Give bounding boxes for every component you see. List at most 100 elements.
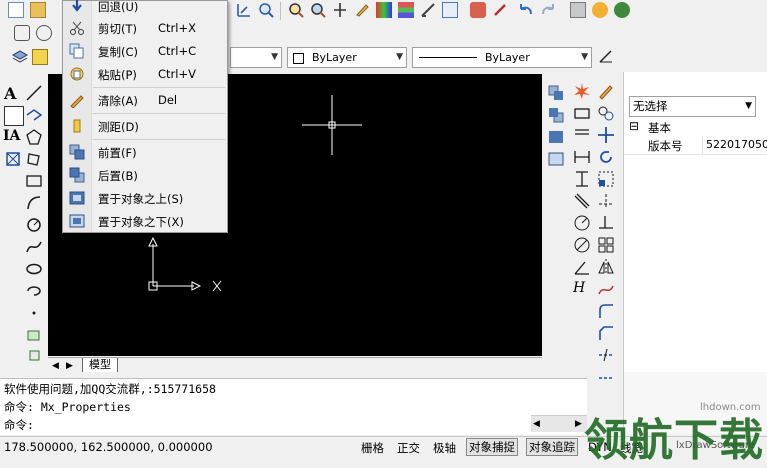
cloud-icon[interactable] [36, 25, 52, 41]
zoom-realtime-icon[interactable] [236, 2, 252, 18]
redo-icon[interactable] [540, 2, 556, 18]
copy-side-icon[interactable] [597, 104, 615, 122]
property-divider [702, 136, 703, 154]
dim-aligned-icon[interactable] [573, 192, 591, 210]
menu-item-below-object[interactable]: 置于对象之下(X) [63, 210, 227, 232]
pencil-icon[interactable] [354, 2, 370, 18]
lineweight-pencil-icon[interactable] [598, 48, 614, 64]
table-tool-icon[interactable] [4, 106, 24, 126]
make-block-tool-icon[interactable] [25, 348, 43, 366]
extend-icon[interactable] [597, 214, 615, 232]
lineweight-combo[interactable]: ▼ [230, 47, 282, 68]
open-file-icon[interactable] [30, 2, 46, 18]
below-side-icon[interactable] [547, 150, 565, 168]
palette-icon[interactable] [398, 2, 414, 18]
menu-item-copy[interactable]: 复制(C) Ctrl+C [63, 40, 227, 62]
tab-model[interactable]: 模型 [82, 358, 118, 372]
zoom-window-icon[interactable] [258, 2, 274, 18]
zoom-in-icon[interactable] [288, 2, 304, 18]
move-icon[interactable] [597, 126, 615, 144]
zoom-out-icon[interactable] [310, 2, 326, 18]
toggle-polar[interactable]: 极轴 [433, 440, 456, 456]
toggle-ortho[interactable]: 正交 [397, 440, 420, 456]
ellipse-arc-tool-icon[interactable] [25, 282, 43, 300]
rotate-icon[interactable] [597, 148, 615, 166]
lengthen-icon[interactable] [597, 346, 615, 364]
properties-icon[interactable] [470, 2, 486, 18]
brush-icon[interactable] [420, 2, 436, 18]
point-tool-icon[interactable] [25, 304, 43, 322]
dim-radius-icon[interactable] [573, 214, 591, 232]
rectangle-tool-icon[interactable] [25, 172, 43, 190]
menu-item-above-object[interactable]: 置于对象之上(S) [63, 187, 227, 209]
join-icon[interactable] [597, 368, 615, 386]
mtext-tool-icon[interactable]: IA [3, 128, 21, 146]
trim-icon[interactable] [597, 192, 615, 210]
front-side-icon[interactable] [547, 84, 565, 102]
help-globe-icon[interactable] [592, 2, 608, 18]
erase-side-icon[interactable] [597, 82, 615, 100]
about-icon[interactable] [614, 2, 630, 18]
dim-diameter-icon[interactable] [573, 236, 591, 254]
menu-item-cut[interactable]: 剪切(T) Ctrl+X [63, 17, 227, 39]
layer-state-icon[interactable] [32, 49, 48, 65]
scale-icon[interactable] [597, 170, 615, 188]
explode-icon[interactable] [573, 82, 591, 100]
region-tool-icon[interactable] [25, 150, 43, 168]
arc-tool-icon[interactable] [25, 194, 43, 212]
polyline-tool-icon[interactable] [25, 106, 43, 124]
toggle-osnap[interactable]: 对象捕捉 [466, 438, 518, 456]
toggle-otrack[interactable]: 对象追踪 [526, 438, 578, 456]
tab-nav-next-icon[interactable]: ▶ [66, 360, 73, 371]
scroll-right-icon[interactable]: ▶ [575, 418, 582, 429]
print-icon[interactable] [570, 2, 586, 18]
export-icon[interactable] [442, 2, 458, 18]
color-combo[interactable]: ByLayer ▼ [287, 47, 407, 68]
fillet-icon[interactable] [597, 302, 615, 320]
collapse-icon[interactable]: ⊟ [629, 119, 639, 133]
dim-linear-icon[interactable] [573, 148, 591, 166]
draw-toolbar: A IA [0, 76, 46, 366]
offset-icon[interactable] [573, 126, 591, 144]
match-properties-icon[interactable] [492, 2, 508, 18]
above-side-icon[interactable] [547, 128, 565, 146]
spline-tool-icon[interactable] [25, 238, 43, 256]
tab-nav-prev-icon[interactable]: ◀ [52, 360, 59, 371]
mirror-icon[interactable] [597, 258, 615, 276]
back-side-icon[interactable] [547, 106, 565, 124]
scroll-left-icon[interactable]: ◀ [533, 418, 540, 429]
dim-angular-icon[interactable] [573, 258, 591, 276]
menu-item-paste[interactable]: 粘贴(P) Ctrl+V [63, 63, 227, 85]
layer-color-icon[interactable] [376, 2, 392, 18]
hatch-tool-icon[interactable] [4, 150, 22, 168]
polygon-tool-icon[interactable] [25, 128, 43, 146]
array-icon[interactable] [597, 236, 615, 254]
command-input[interactable] [40, 415, 530, 431]
property-category-basic[interactable]: ⊟ 基本 [624, 118, 767, 136]
menu-item-measure[interactable]: 测距(D) [63, 115, 227, 137]
dim-baseline-icon[interactable]: H [573, 280, 591, 298]
menu-item-clear[interactable]: 清除(A) Del [63, 89, 227, 111]
command-scrollbar[interactable]: ◀ ▶ [531, 415, 587, 432]
new-file-icon[interactable] [8, 2, 24, 18]
text-tool-icon[interactable]: A [4, 84, 22, 103]
selection-combo[interactable]: 无选择 ▼ [629, 96, 756, 117]
chamfer-icon[interactable] [597, 324, 615, 342]
break-icon[interactable] [597, 280, 615, 298]
menu-item-undo[interactable]: 回退(U) [63, 0, 227, 17]
property-row-version[interactable]: 版本号 5220170505 [624, 136, 767, 155]
linetype-combo[interactable]: ByLayer ▼ [412, 47, 592, 68]
camera-icon[interactable] [14, 25, 30, 41]
block-insert-tool-icon[interactable] [25, 326, 43, 344]
layers-icon[interactable] [11, 49, 29, 65]
stretch-icon[interactable] [573, 104, 591, 122]
menu-item-bring-front[interactable]: 前置(F) [63, 141, 227, 163]
ellipse-tool-icon[interactable] [25, 260, 43, 278]
pan-icon[interactable] [332, 2, 348, 18]
undo-icon[interactable] [518, 2, 534, 18]
circle-tool-icon[interactable] [25, 216, 43, 234]
toggle-grid[interactable]: 栅格 [361, 440, 384, 456]
menu-item-send-back[interactable]: 后置(B) [63, 164, 227, 186]
dim-vertical-icon[interactable] [573, 170, 591, 188]
line-tool-icon[interactable] [25, 84, 43, 102]
